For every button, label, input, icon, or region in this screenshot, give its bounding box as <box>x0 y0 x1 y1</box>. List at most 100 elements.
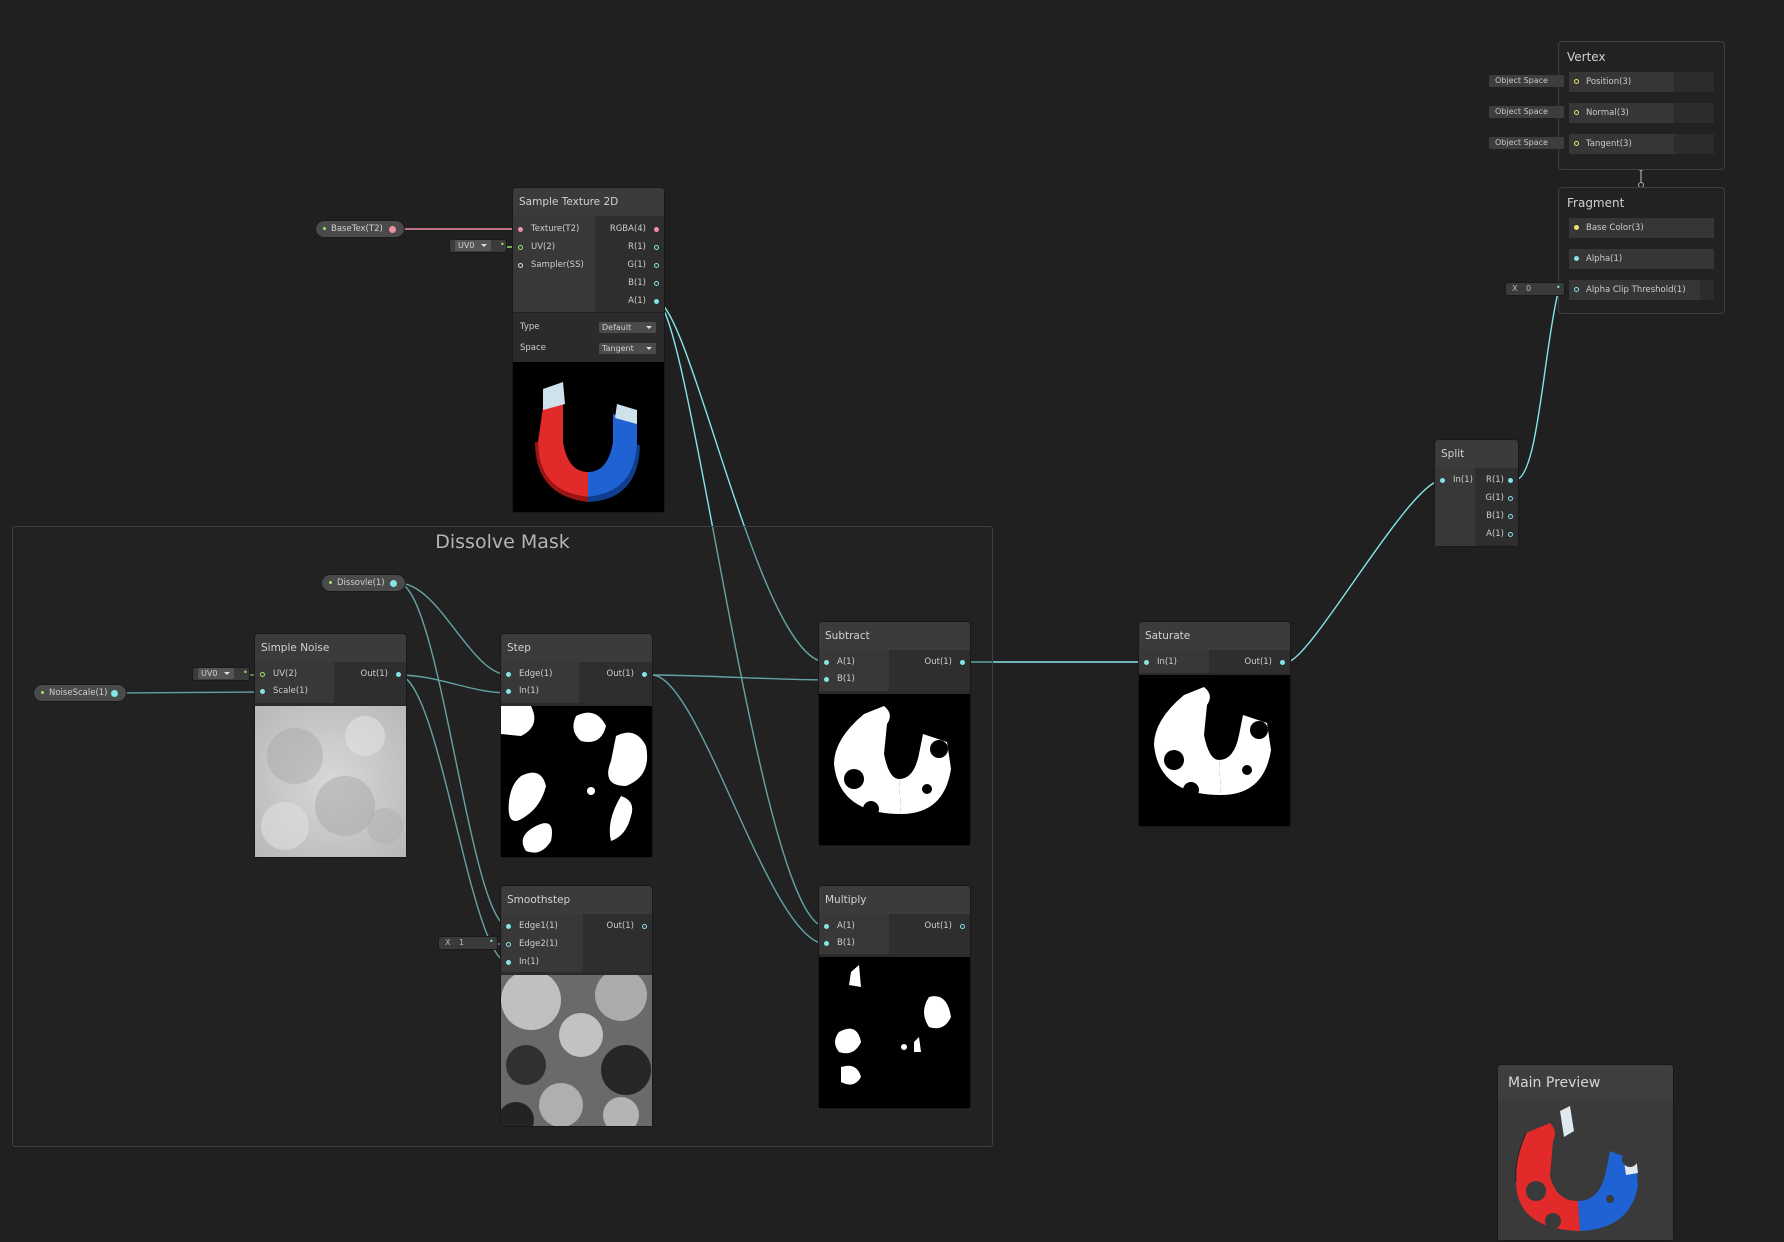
noise-out-port[interactable] <box>396 672 401 677</box>
split-title[interactable]: Split <box>1435 440 1518 468</box>
smoothstep-title[interactable]: Smoothstep <box>501 886 652 914</box>
wire-saturate-split <box>1286 479 1443 663</box>
smoothstep-preview <box>501 975 652 1126</box>
smoothstep-node[interactable]: Smoothstep Edge1(1) Edge2(1) In(1) Out(1… <box>501 886 652 1126</box>
multiply-b-port[interactable] <box>824 941 829 946</box>
space-dropdown[interactable]: Tangent <box>599 343 656 354</box>
alphaclip-value[interactable]: 0 <box>1526 283 1531 295</box>
noisescale-out-port[interactable] <box>111 690 118 697</box>
noisescale-property[interactable]: NoiseScale(1) <box>34 685 126 701</box>
normal-port[interactable] <box>1574 110 1579 115</box>
sample-texture-title[interactable]: Sample Texture 2D <box>513 188 664 216</box>
smoothstep-in-port[interactable] <box>506 960 511 965</box>
sample-uv-dropdown[interactable]: UV0 <box>455 240 491 251</box>
alphaclip-port[interactable] <box>1574 287 1579 292</box>
step-edge-label: Edge(1) <box>519 669 553 679</box>
split-b-port[interactable] <box>1508 514 1513 519</box>
subtract-a-label: A(1) <box>837 657 855 667</box>
multiply-a-port[interactable] <box>824 924 829 929</box>
fragment-context[interactable]: Fragment Base Color(3) Alpha(1) Alpha Cl… <box>1558 187 1725 314</box>
step-edge-port[interactable] <box>506 672 511 677</box>
saturate-node[interactable]: Saturate In(1) Out(1) <box>1139 622 1290 826</box>
sampler-input-port[interactable] <box>518 263 523 268</box>
smoothstep-in-label: In(1) <box>519 957 539 967</box>
b-output-port[interactable] <box>654 281 659 286</box>
saturate-in-label: In(1) <box>1157 657 1177 667</box>
saturate-in-port[interactable] <box>1144 660 1149 665</box>
a-output-label: A(1) <box>628 296 646 306</box>
normal-space-tag[interactable]: Object Space <box>1489 106 1564 118</box>
subtract-a-port[interactable] <box>824 660 829 665</box>
step-out-port[interactable] <box>642 672 647 677</box>
step-title[interactable]: Step <box>501 634 652 662</box>
subtract-title[interactable]: Subtract <box>819 622 970 650</box>
dissolve-property[interactable]: Dissovle(1) <box>322 575 405 591</box>
smoothstep-out-port[interactable] <box>642 924 647 929</box>
basecolor-port[interactable] <box>1574 225 1579 230</box>
subtract-b-label: B(1) <box>837 674 855 684</box>
split-g-port[interactable] <box>1508 496 1513 501</box>
simple-noise-node[interactable]: Simple Noise UV(2) Scale(1) Out(1) <box>255 634 406 857</box>
alpha-port[interactable] <box>1574 256 1579 261</box>
subtract-out-label: Out(1) <box>924 657 952 667</box>
smoothstep-edge2-label: Edge2(1) <box>519 939 558 949</box>
vertex-normal-row[interactable]: Normal(3) <box>1569 103 1714 123</box>
noise-uv-inline[interactable]: UV0 • <box>193 668 249 680</box>
smoothstep-edge1-port[interactable] <box>506 924 511 929</box>
vertex-context[interactable]: Vertex Position(3) Normal(3) Tangent(3) <box>1558 41 1725 170</box>
r-output-port[interactable] <box>654 245 659 250</box>
a-output-port[interactable] <box>654 299 659 304</box>
edge2-inline[interactable]: X 1 • <box>439 937 497 949</box>
vertex-position-row[interactable]: Position(3) <box>1569 72 1714 92</box>
basetex-out-port[interactable] <box>389 226 396 233</box>
subtract-out-port[interactable] <box>960 660 965 665</box>
uv-input-port[interactable] <box>518 245 523 250</box>
step-in-port[interactable] <box>506 689 511 694</box>
multiply-title[interactable]: Multiply <box>819 886 970 914</box>
rgba-output-port[interactable] <box>654 227 659 232</box>
vertex-tangent-row[interactable]: Tangent(3) <box>1569 134 1714 154</box>
edge2-axis: X <box>445 938 451 947</box>
split-in-port[interactable] <box>1440 478 1445 483</box>
smoothstep-edge2-port[interactable] <box>506 942 511 947</box>
alphaclip-inline[interactable]: X 0 • <box>1506 283 1564 295</box>
fragment-basecolor-row[interactable]: Base Color(3) <box>1569 218 1714 238</box>
fragment-alpha-row[interactable]: Alpha(1) <box>1569 249 1714 269</box>
saturate-out-port[interactable] <box>1280 660 1285 665</box>
noise-scale-port[interactable] <box>260 689 265 694</box>
g-output-port[interactable] <box>654 263 659 268</box>
simple-noise-title[interactable]: Simple Noise <box>255 634 406 662</box>
split-r-port[interactable] <box>1508 478 1513 483</box>
simple-noise-preview <box>255 706 406 857</box>
tangent-port[interactable] <box>1574 141 1579 146</box>
noise-uv-dropdown[interactable]: UV0 <box>198 668 234 679</box>
fragment-alphaclip-row[interactable]: Alpha Clip Threshold(1) <box>1569 280 1714 300</box>
type-dropdown[interactable]: Default <box>599 322 656 333</box>
dissolve-out-port[interactable] <box>390 580 397 587</box>
step-node[interactable]: Step Edge(1) In(1) Out(1) <box>501 634 652 857</box>
b-output-label: B(1) <box>628 278 646 288</box>
normal-label: Normal(3) <box>1586 108 1629 118</box>
sample-texture-2d-node[interactable]: Sample Texture 2D Texture(T2) UV(2) Samp… <box>513 188 664 512</box>
main-preview-render[interactable] <box>1498 1101 1673 1240</box>
main-preview-panel[interactable]: Main Preview <box>1498 1065 1673 1240</box>
saturate-title[interactable]: Saturate <box>1139 622 1290 650</box>
noise-uv-port[interactable] <box>260 672 265 677</box>
split-a-port[interactable] <box>1508 532 1513 537</box>
split-node[interactable]: Split In(1) R(1) G(1) B(1) A(1) <box>1435 440 1518 546</box>
multiply-node[interactable]: Multiply A(1) B(1) Out(1) <box>819 886 970 1108</box>
vertex-title: Vertex <box>1567 50 1606 64</box>
subtract-b-port[interactable] <box>824 677 829 682</box>
sample-uv-inline[interactable]: UV0 • <box>450 240 506 252</box>
split-r-label: R(1) <box>1486 475 1504 485</box>
noise-out-label: Out(1) <box>360 669 388 679</box>
tangent-space-tag[interactable]: Object Space <box>1489 137 1564 149</box>
position-port[interactable] <box>1574 79 1579 84</box>
subtract-node[interactable]: Subtract A(1) B(1) Out(1) <box>819 622 970 845</box>
multiply-out-port[interactable] <box>960 924 965 929</box>
texture-input-port[interactable] <box>518 227 523 232</box>
basetex-property[interactable]: BaseTex(T2) <box>316 221 404 237</box>
split-g-label: G(1) <box>1485 493 1504 503</box>
position-space-tag[interactable]: Object Space <box>1489 75 1564 87</box>
edge2-value[interactable]: 1 <box>459 937 464 949</box>
